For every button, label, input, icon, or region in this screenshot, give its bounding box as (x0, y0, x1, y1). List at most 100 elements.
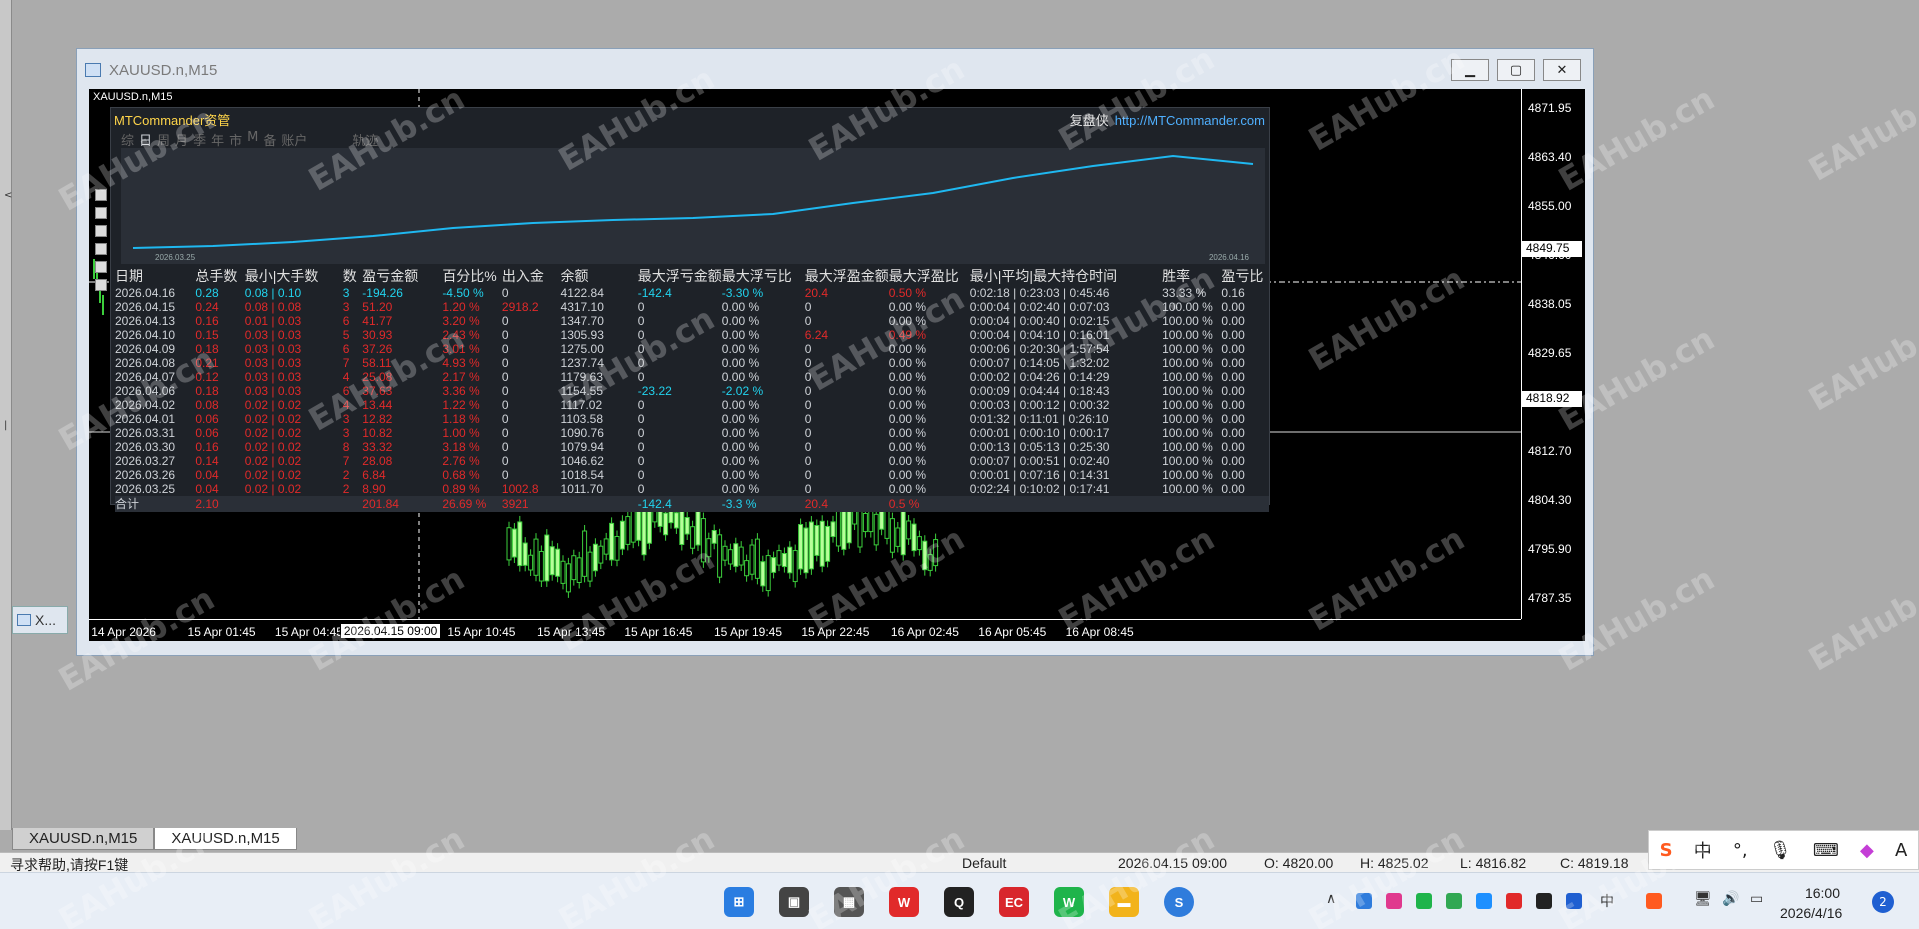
ai-icon[interactable]: A (1895, 840, 1907, 861)
chart-window[interactable]: XAUUSD.n,M15 ▁ ▢ ✕ XAUUSD.n,M15 4871.95 4… (76, 48, 1594, 656)
panel-tab[interactable]: 备 (263, 130, 276, 149)
table-cell: 100.00 % (1162, 328, 1213, 342)
column-header: 总手数 (195, 268, 238, 284)
table-cell: 2026.04.10 (115, 328, 176, 342)
table-cell: 37.26 (362, 342, 393, 356)
sogou-icon[interactable]: S (1660, 840, 1673, 861)
panel-tab[interactable]: 周 (157, 130, 170, 149)
table-cell: 3 (342, 286, 350, 300)
column-header: 最大浮亏比 (721, 268, 792, 284)
candle-body (787, 546, 793, 574)
table-cell: 0.00 % (888, 314, 927, 328)
candle-body (873, 513, 879, 546)
microphone-icon[interactable]: 🎙 (1769, 840, 1792, 861)
chart-tabs: XAUUSD.n,M15 XAUUSD.n,M15 (12, 828, 297, 850)
punctuation-icon[interactable]: °, (1733, 840, 1748, 861)
keyboard-icon[interactable]: ⌨ (1813, 840, 1839, 861)
panel-tab[interactable]: 季 (193, 130, 206, 149)
toolbar-button[interactable] (95, 261, 107, 273)
tray-qq-icon[interactable] (1536, 893, 1552, 909)
bluetooth-icon[interactable] (1566, 893, 1582, 909)
browser-icon[interactable]: S (1164, 887, 1194, 917)
table-cell: 2026.04.07 (115, 370, 176, 384)
file-explorer-icon[interactable]: ▬ (1109, 887, 1139, 917)
battery-icon[interactable]: ▭ (1750, 891, 1763, 907)
panel-tab[interactable]: 市 (229, 130, 242, 149)
table-cell: 1090.76 (560, 426, 604, 440)
table-cell: 0:00:06 | 0:20:30 | 1:57:54 (969, 342, 1110, 356)
wechat-icon[interactable]: W (1054, 887, 1084, 917)
close-button[interactable]: ✕ (1543, 59, 1581, 81)
tray-wechat-icon[interactable] (1416, 893, 1432, 909)
panel-tab-track[interactable]: 轨迹 (352, 130, 378, 149)
windows-start-icon[interactable]: ⊞ (724, 887, 754, 917)
chart-tab-1[interactable]: XAUUSD.n,M15 (12, 828, 155, 850)
toolbar-button[interactable] (95, 189, 107, 201)
toolbar-button[interactable] (95, 207, 107, 219)
table-cell: 0.16 (195, 314, 219, 328)
candle-body (798, 524, 804, 570)
tray-chevron-icon[interactable]: ∧ (1326, 891, 1336, 907)
maximize-button[interactable]: ▢ (1497, 59, 1535, 81)
table-cell: 0:00:01 | 0:07:16 | 0:14:31 (969, 468, 1110, 482)
tray-lang-indicator[interactable]: 中 (1600, 891, 1614, 911)
panel-tab[interactable]: 月 (175, 130, 188, 149)
taskbar: ⊞ ▣ ▦ W Q EC W ▬ S ∧ 中 🖥 🔊 ▭ 16:00 2026/… (0, 872, 1919, 929)
table-cell: 100.00 % (1162, 342, 1213, 356)
skin-icon[interactable]: ◆ (1860, 840, 1874, 861)
table-row: 2026.04.07 0.12 0.03 | 0.03 4 25.08 2.17 % 0 11… (115, 370, 1269, 384)
panel-tab[interactable]: 账户 (281, 130, 307, 149)
website-link[interactable]: http://MTCommander.com (1115, 113, 1265, 128)
candle-body (576, 557, 582, 583)
table-cell: 0 (637, 356, 645, 370)
panel-tabs: 综日周月季年市 M 备账户 轨迹 (121, 130, 378, 149)
tray-app-icon[interactable] (1446, 893, 1462, 909)
panel-tab[interactable]: 综 (121, 130, 134, 149)
panel-tab[interactable]: 日 (139, 130, 152, 149)
ime-toolbar[interactable]: S 中 °, 🎙 ⌨ ◆ A (1648, 830, 1919, 870)
table-cell: 1275.00 (560, 342, 604, 356)
tray-sogou-icon[interactable] (1646, 893, 1662, 909)
minimized-window[interactable]: X... (12, 606, 68, 634)
window-titlebar[interactable]: XAUUSD.n,M15 (77, 49, 1593, 91)
panel-tab[interactable]: 年 (211, 130, 224, 149)
task-view-icon[interactable]: ▣ (779, 887, 809, 917)
volume-icon[interactable]: 🔊 (1722, 891, 1739, 907)
table-cell: 2.43 % (442, 328, 480, 342)
network-icon[interactable]: 🖥 (1694, 891, 1712, 907)
notification-badge[interactable]: 2 (1872, 891, 1894, 913)
taskbar-clock[interactable]: 16:00 2026/4/16 (1780, 883, 1842, 923)
table-cell: 3.01 % (442, 342, 480, 356)
table-cell: 0 (804, 370, 812, 384)
tray-app-icon[interactable] (1476, 893, 1492, 909)
tray-app-icon[interactable] (1356, 893, 1372, 909)
qq-icon[interactable]: Q (944, 887, 974, 917)
table-cell: 0.00 % (721, 300, 760, 314)
calculator-icon[interactable]: ▦ (834, 887, 864, 917)
mtcommander-panel[interactable]: MTCommander资管 复盘侠 http://MTCommander.com … (110, 107, 1270, 512)
candle-body (933, 539, 939, 567)
candle-body (819, 520, 825, 567)
panel-tab[interactable]: M (247, 130, 258, 149)
table-row: 2026.03.27 0.14 0.02 | 0.02 7 28.08 2.76 % 0 10… (115, 454, 1269, 468)
chart-tab-2[interactable]: XAUUSD.n,M15 (154, 828, 297, 850)
toolbar-button[interactable] (95, 279, 107, 291)
ec-app-icon[interactable]: EC (999, 887, 1029, 917)
toolbar-button[interactable] (95, 225, 107, 237)
table-cell: 20.4 (804, 286, 829, 300)
minimize-button[interactable]: ▁ (1451, 59, 1489, 81)
table-cell: 1.18 % (442, 412, 480, 426)
table-cell: 100.00 % (1162, 356, 1213, 370)
price-tag-bid: 4818.92 (1522, 391, 1582, 407)
table-cell: 100.00 % (1162, 426, 1213, 440)
ime-lang-toggle[interactable]: 中 (1694, 837, 1712, 863)
table-cell: 2.17 % (442, 370, 480, 384)
candle-body (754, 538, 760, 579)
tray-app-icon[interactable] (1386, 893, 1402, 909)
wps-icon[interactable]: W (889, 887, 919, 917)
column-header: 出入金 (501, 268, 544, 284)
panel-header-link[interactable]: 复盘侠 http://MTCommander.com (1070, 110, 1265, 129)
tray-app-icon[interactable] (1506, 893, 1522, 909)
chart-window-icon (85, 63, 101, 77)
toolbar-button[interactable] (95, 243, 107, 255)
